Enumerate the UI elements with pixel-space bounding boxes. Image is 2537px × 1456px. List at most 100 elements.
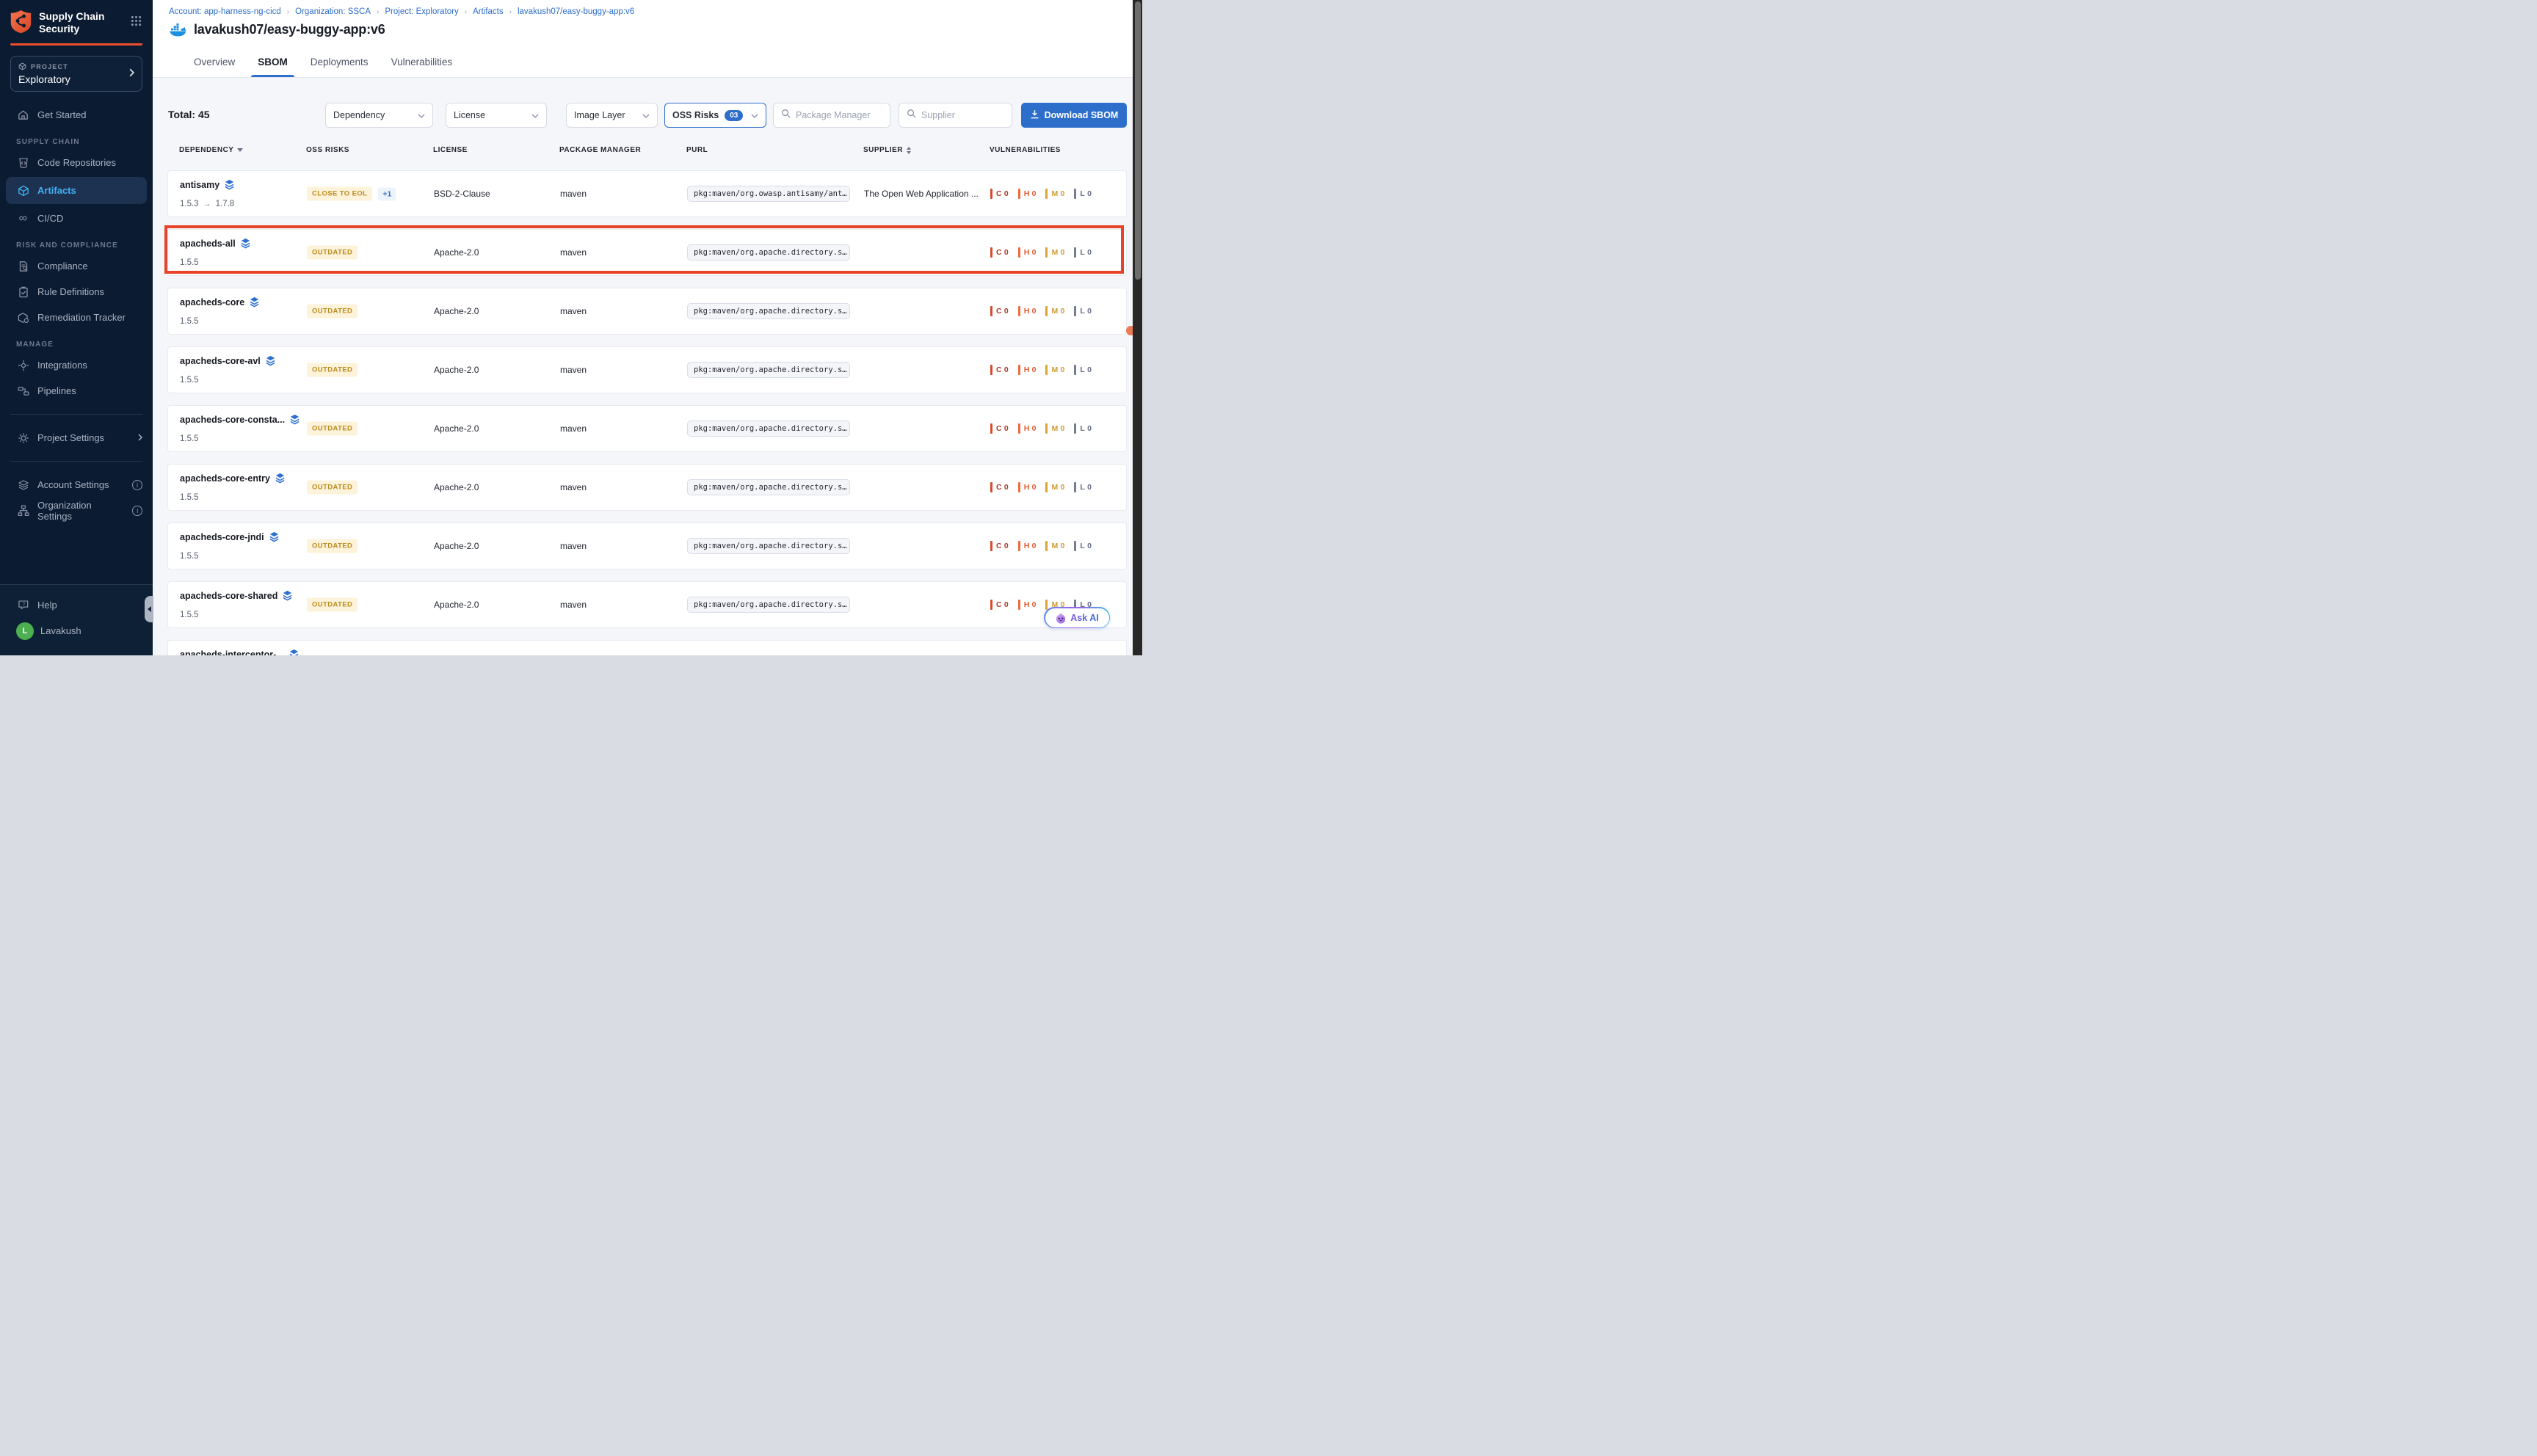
dependency-name: apacheds-all bbox=[180, 239, 236, 249]
gear-icon bbox=[16, 432, 30, 444]
sidebar-item-account-settings[interactable]: Account Settings bbox=[0, 472, 153, 498]
app-screen: Supply Chain Security PROJECT Explorator… bbox=[0, 0, 1142, 655]
purl-chip[interactable]: pkg:maven/org.apache.directory.s… bbox=[687, 538, 850, 554]
project-label: PROJECT bbox=[31, 63, 68, 70]
app-switcher-grid-icon[interactable] bbox=[131, 15, 142, 30]
sidebar-nav: Get Started SUPPLY CHAIN Code Repositori… bbox=[0, 102, 153, 523]
download-sbom-button[interactable]: Download SBOM bbox=[1021, 103, 1127, 128]
sidebar-item-pipelines[interactable]: Pipelines bbox=[0, 378, 153, 404]
oss-risk-more-badge[interactable]: +1 bbox=[378, 187, 396, 200]
column-header-supplier[interactable]: SUPPLIER bbox=[863, 146, 911, 154]
tab-bar: Overview SBOM Deployments Vulnerabilitie… bbox=[192, 50, 454, 77]
sidebar-item-rule-definitions[interactable]: Rule Definitions bbox=[0, 279, 153, 305]
document-search-icon bbox=[16, 261, 30, 272]
license-filter-dropdown[interactable]: License bbox=[446, 103, 547, 128]
purl-chip[interactable]: pkg:maven/org.apache.directory.s… bbox=[687, 303, 850, 319]
tab-overview[interactable]: Overview bbox=[192, 50, 236, 77]
tab-sbom[interactable]: SBOM bbox=[256, 50, 289, 77]
page-header: Account: app-harness-ng-cicd Organizatio… bbox=[153, 0, 1133, 78]
info-icon[interactable] bbox=[132, 506, 142, 516]
sidebar-item-organization-settings[interactable]: Organization Settings bbox=[0, 498, 153, 523]
breadcrumb-artifacts[interactable]: Artifacts bbox=[473, 7, 504, 16]
info-icon[interactable] bbox=[132, 480, 142, 490]
purl-chip[interactable]: pkg:maven/org.apache.directory.s… bbox=[687, 597, 850, 613]
vulnerability-counts: C0 H0 M0 L0 bbox=[990, 482, 1101, 492]
sidebar-item-project-settings[interactable]: Project Settings bbox=[0, 425, 153, 451]
page-title: lavakush07/easy-buggy-app:v6 bbox=[194, 22, 385, 37]
breadcrumb-separator bbox=[377, 8, 379, 16]
vulnerability-counts: C0 H0 M0 L0 bbox=[990, 247, 1101, 258]
oss-risks-filter-dropdown[interactable]: OSS Risks 03 bbox=[664, 103, 766, 128]
breadcrumb-account[interactable]: Account: app-harness-ng-cicd bbox=[169, 7, 281, 16]
ask-ai-button[interactable]: Ask AI bbox=[1044, 607, 1110, 628]
purl-chip[interactable]: pkg:maven/org.apache.directory.s… bbox=[687, 244, 850, 261]
user-name: Lavakush bbox=[40, 625, 81, 636]
package-manager-cell: maven bbox=[560, 306, 587, 316]
sidebar-item-code-repositories[interactable]: Code Repositories bbox=[0, 150, 153, 175]
purl-chip[interactable]: pkg:maven/org.owasp.antisamy/ant… bbox=[687, 186, 850, 202]
version: 1.5.5 bbox=[180, 611, 199, 619]
project-name: Exploratory bbox=[18, 73, 134, 85]
sidebar-collapse-handle[interactable] bbox=[145, 596, 153, 622]
image-layer-filter-dropdown[interactable]: Image Layer bbox=[566, 103, 658, 128]
upgrade-arrow-icon bbox=[203, 200, 211, 208]
tab-deployments[interactable]: Deployments bbox=[309, 50, 370, 77]
supplier-input[interactable] bbox=[921, 110, 1004, 120]
license-cell: Apache-2.0 bbox=[434, 247, 479, 258]
table-row-apacheds-core-constants[interactable]: apacheds-core-consta... 1.5.5 OUTDATED A… bbox=[167, 405, 1127, 452]
docker-whale-icon bbox=[169, 23, 187, 37]
sidebar-item-integrations[interactable]: Integrations bbox=[0, 352, 153, 378]
purl-chip[interactable]: pkg:maven/org.apache.directory.s… bbox=[687, 362, 850, 378]
version: 1.5.5 bbox=[180, 317, 199, 326]
sidebar-item-remediation-tracker[interactable]: Remediation Tracker bbox=[0, 305, 153, 330]
table-row-apacheds-interceptor[interactable]: apacheds-interceptor-... 1.5.5 OUTDATED … bbox=[167, 640, 1127, 655]
table-row-apacheds-core[interactable]: apacheds-core 1.5.5 OUTDATED Apache-2.0 … bbox=[167, 288, 1127, 335]
table-row-antisamy[interactable]: antisamy 1.5.31.7.8 CLOSE TO EOL+1 BSD-2… bbox=[167, 170, 1127, 217]
breadcrumb-organization[interactable]: Organization: SSCA bbox=[295, 7, 371, 16]
column-header-dependency[interactable]: DEPENDENCY bbox=[179, 146, 243, 154]
app-title: Supply Chain Security bbox=[39, 10, 104, 35]
breadcrumb-artifact-name[interactable]: lavakush07/easy-buggy-app:v6 bbox=[518, 7, 634, 16]
version: 1.5.5 bbox=[180, 376, 199, 385]
purl-chip[interactable]: pkg:maven/org.apache.directory.s… bbox=[687, 479, 850, 495]
page-scrollbar[interactable] bbox=[1133, 0, 1142, 655]
dependency-name: apacheds-core-entry bbox=[180, 473, 270, 484]
sidebar-item-cicd[interactable]: ∞ CI/CD bbox=[0, 205, 153, 231]
license-cell: Apache-2.0 bbox=[434, 482, 479, 492]
table-row-apacheds-core-avl[interactable]: apacheds-core-avl 1.5.5 OUTDATED Apache-… bbox=[167, 346, 1127, 393]
version: 1.5.5 bbox=[180, 258, 199, 267]
layers-stack-icon bbox=[250, 296, 259, 307]
table-row-apacheds-core-shared[interactable]: apacheds-core-shared 1.5.5 OUTDATED Apac… bbox=[167, 581, 1127, 628]
scrollbar-thumb[interactable] bbox=[1135, 1, 1141, 280]
column-header-package-manager: PACKAGE MANAGER bbox=[559, 146, 641, 154]
sidebar-item-get-started[interactable]: Get Started bbox=[0, 102, 153, 128]
package-manager-cell: maven bbox=[560, 247, 587, 258]
package-wrench-icon bbox=[16, 312, 30, 324]
search-icon bbox=[907, 109, 916, 122]
tab-vulnerabilities[interactable]: Vulnerabilities bbox=[390, 50, 454, 77]
oss-risk-badge: OUTDATED bbox=[307, 422, 357, 436]
license-cell: Apache-2.0 bbox=[434, 600, 479, 610]
sidebar-item-help[interactable]: ? Help bbox=[0, 592, 153, 618]
oss-risk-badge: OUTDATED bbox=[307, 246, 357, 260]
dependency-filter-dropdown[interactable]: Dependency bbox=[325, 103, 433, 128]
license-cell: Apache-2.0 bbox=[434, 423, 479, 434]
version: 1.5.5 bbox=[180, 434, 199, 443]
table-row-apacheds-all[interactable]: apacheds-all 1.5.5 OUTDATED Apache-2.0 m… bbox=[167, 229, 1127, 276]
package-manager-input[interactable] bbox=[796, 110, 882, 120]
package-manager-cell: maven bbox=[560, 600, 587, 610]
divider bbox=[10, 461, 142, 462]
user-menu[interactable]: L Lavakush bbox=[0, 618, 153, 644]
breadcrumb-project[interactable]: Project: Exploratory bbox=[385, 7, 458, 16]
sidebar-item-compliance[interactable]: Compliance bbox=[0, 253, 153, 279]
sidebar-item-artifacts[interactable]: Artifacts bbox=[6, 177, 147, 204]
table-row-apacheds-core-entry[interactable]: apacheds-core-entry 1.5.5 OUTDATED Apach… bbox=[167, 464, 1127, 511]
title-row: lavakush07/easy-buggy-app:v6 bbox=[169, 22, 385, 37]
project-selector[interactable]: PROJECT Exploratory bbox=[10, 56, 142, 92]
cube-icon bbox=[16, 185, 30, 197]
table-row-apacheds-core-jndi[interactable]: apacheds-core-jndi 1.5.5 OUTDATED Apache… bbox=[167, 523, 1127, 569]
version: 1.5.5 bbox=[180, 552, 199, 561]
chevron-down-icon bbox=[751, 110, 758, 120]
cube-icon bbox=[18, 62, 26, 70]
purl-chip[interactable]: pkg:maven/org.apache.directory.s… bbox=[687, 421, 850, 437]
